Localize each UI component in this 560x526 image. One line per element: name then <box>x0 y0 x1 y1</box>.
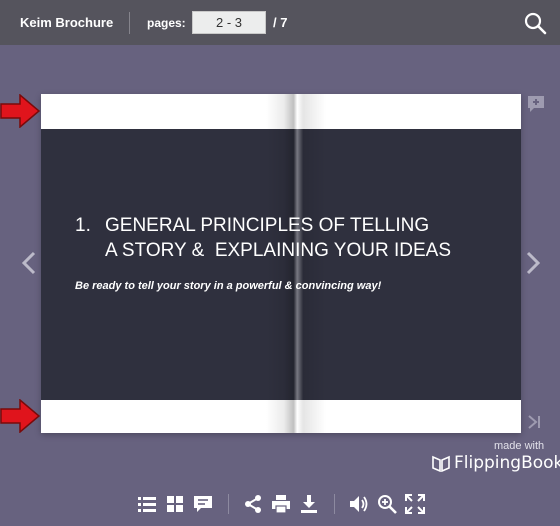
brand-name: FlippingBook <box>454 453 560 473</box>
chevron-right-icon <box>526 251 541 275</box>
add-note-button[interactable] <box>527 95 545 113</box>
download-icon <box>301 495 317 513</box>
download-button[interactable] <box>299 494 319 514</box>
print-button[interactable] <box>271 494 291 514</box>
notes-icon <box>194 496 212 512</box>
section-subline: Be ready to tell your story in a powerfu… <box>75 280 382 292</box>
sound-button[interactable] <box>349 494 369 514</box>
search-icon <box>524 12 547 35</box>
previous-page-button[interactable] <box>20 250 38 276</box>
heading-number: 1. <box>75 215 91 236</box>
section-heading: 1. GENERAL PRINCIPLES OF TELLING A STORY … <box>75 213 451 263</box>
pages-total: / 7 <box>273 15 288 30</box>
last-page-icon <box>528 415 540 429</box>
search-button[interactable] <box>522 10 548 36</box>
toolbar-divider <box>228 494 229 514</box>
red-arrow-icon <box>0 399 40 433</box>
red-arrow-icon <box>0 94 40 128</box>
thumbnails-button[interactable] <box>165 494 185 514</box>
table-of-contents-button[interactable] <box>137 494 157 514</box>
heading-line-1: GENERAL PRINCIPLES OF TELLING <box>105 215 430 236</box>
last-page-button[interactable] <box>526 414 542 430</box>
fullscreen-icon <box>405 494 425 514</box>
zoom-in-button[interactable] <box>377 494 397 514</box>
zoom-in-icon <box>378 495 397 514</box>
page-number-input[interactable] <box>192 11 266 34</box>
add-note-icon <box>528 96 544 112</box>
notes-button[interactable] <box>193 494 213 514</box>
chevron-left-icon <box>21 251 36 275</box>
share-button[interactable] <box>243 494 263 514</box>
bottom-toolbar <box>0 490 560 518</box>
toolbar-divider <box>334 494 335 514</box>
top-toolbar: Keim Brochure pages: / 7 <box>0 0 560 45</box>
document-title: Keim Brochure <box>20 15 114 30</box>
toolbar-divider <box>129 12 130 34</box>
next-page-button[interactable] <box>524 250 542 276</box>
print-icon <box>272 495 290 514</box>
book-spread[interactable]: 1. GENERAL PRINCIPLES OF TELLING A STORY … <box>41 94 521 433</box>
fullscreen-button[interactable] <box>405 494 425 514</box>
pages-label: pages: <box>147 16 186 30</box>
made-with-label: made with <box>494 440 545 452</box>
heading-line-2: A STORY & EXPLAINING YOUR IDEAS <box>105 240 451 261</box>
thumbnails-icon <box>167 496 183 512</box>
flippingbook-logo[interactable]: FlippingBook <box>432 452 560 474</box>
page-dark-panel <box>41 129 521 400</box>
sound-icon <box>350 496 368 512</box>
table-of-contents-icon <box>138 497 156 512</box>
share-icon <box>245 495 261 513</box>
book-logo-icon <box>432 455 450 472</box>
